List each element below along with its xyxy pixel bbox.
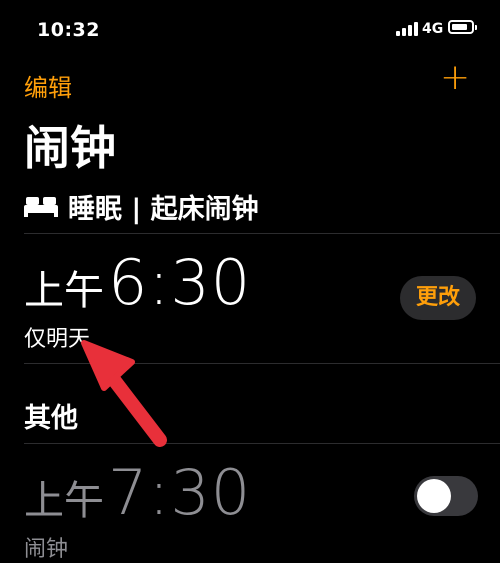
network-type: 4G — [422, 21, 444, 37]
change-button[interactable]: 更改 — [400, 276, 476, 320]
sleep-wakeup-header[interactable]: 睡眠 | 起床闹钟 — [24, 188, 259, 225]
alarm-toggle[interactable] — [414, 476, 478, 516]
edit-button[interactable]: 编辑 — [24, 68, 72, 103]
alarm-clock: 7:30 — [108, 456, 252, 529]
alarm-ampm: 上午 — [24, 478, 104, 524]
bed-icon — [24, 197, 58, 217]
alarm-ampm: 上午 — [24, 268, 104, 314]
sleep-wakeup-label: 睡眠 | 起床闹钟 — [68, 193, 259, 225]
status-time: 10:32 — [37, 19, 100, 41]
page-title: 闹钟 — [24, 121, 116, 175]
status-bar: 10:32 4G — [0, 0, 500, 60]
other-section-header: 其他 — [24, 403, 78, 434]
battery-icon — [448, 20, 477, 34]
toggle-knob — [417, 479, 451, 513]
add-alarm-button[interactable]: + — [440, 60, 470, 96]
signal-icon — [396, 22, 418, 36]
alarm-subtitle: 闹钟 — [24, 537, 69, 562]
divider — [24, 443, 500, 444]
alarm-subtitle: 仅明天 — [24, 327, 91, 352]
divider — [24, 233, 500, 234]
battery-fill — [452, 24, 468, 30]
alarm-clock: 6:30 — [108, 246, 252, 319]
divider — [24, 363, 500, 364]
